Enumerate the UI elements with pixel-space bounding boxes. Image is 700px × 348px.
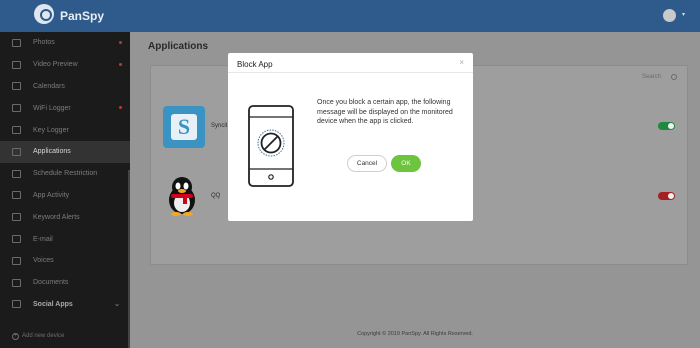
sidebar-item-label: Schedule Restriction — [33, 170, 98, 178]
notification-dot — [119, 41, 122, 44]
sidebar-item-label: Social Apps — [33, 300, 73, 308]
image-icon — [12, 38, 21, 47]
plus-icon: + — [12, 333, 19, 340]
search-input[interactable]: Search — [642, 74, 661, 80]
sidebar-item-schedule-restriction[interactable]: Schedule Restriction — [0, 163, 130, 185]
sidebar-item-label: WiFi Logger — [33, 104, 71, 112]
sidebar-item-keyword-alerts[interactable]: Keyword Alerts — [0, 206, 130, 228]
sidebar-item-label: E-mail — [33, 235, 53, 243]
app-name: QQ — [211, 193, 221, 199]
sidebar-item-video-preview[interactable]: Video Preview — [0, 54, 130, 76]
page-title: Applications — [148, 41, 209, 52]
apps-icon — [12, 300, 21, 309]
folder-icon — [12, 278, 21, 287]
brand[interactable]: PanSpy — [0, 0, 130, 32]
brand-name: PanSpy — [60, 9, 105, 23]
sidebar-item-app-activity[interactable]: App Activity — [0, 185, 130, 207]
chevron-down-icon: ⌄ — [114, 300, 120, 308]
sidebar-item-label: Applications — [33, 148, 71, 156]
ok-button[interactable]: OK — [391, 155, 421, 172]
wifi-icon — [12, 104, 21, 113]
sidebar-item-label: Calendars — [33, 82, 65, 90]
sidebar-item-label: Keyword Alerts — [33, 213, 80, 221]
sidebar-item-label: App Activity — [33, 191, 70, 199]
search-icon[interactable] — [671, 74, 677, 80]
bell-icon — [12, 213, 21, 222]
app-toggle[interactable] — [658, 122, 675, 130]
sidebar-item-label: Photos — [33, 39, 55, 47]
block-app-dialog: Block App × Once you block a certain app… — [228, 53, 473, 221]
dialog-title: Block App — [237, 60, 273, 69]
blocked-phone-icon — [248, 105, 294, 187]
keyboard-icon — [12, 126, 21, 135]
add-device-label: Add new device — [22, 333, 65, 339]
speaker-icon — [12, 256, 21, 265]
close-icon[interactable]: × — [459, 58, 464, 67]
hourglass-icon — [12, 169, 21, 178]
sidebar-item-label: Documents — [33, 279, 69, 287]
top-bar: ▾ — [130, 0, 700, 32]
grid-icon — [12, 147, 21, 156]
sidebar-item-documents[interactable]: Documents — [0, 272, 130, 294]
notification-dot — [119, 106, 122, 110]
avatar[interactable] — [663, 9, 676, 22]
sidebar-item-wifi-logger[interactable]: WiFi Logger — [0, 97, 130, 119]
sidebar-item-label: Voices — [33, 257, 54, 265]
app-name: Syncit — [211, 123, 228, 129]
sidebar-item-label: Key Logger — [33, 126, 69, 134]
sidebar-item-photos[interactable]: Photos — [0, 32, 130, 54]
sidebar-item-key-logger[interactable]: Key Logger — [0, 119, 130, 141]
cancel-button[interactable]: Cancel — [347, 155, 387, 172]
add-device-link[interactable]: + Add new device — [12, 333, 64, 340]
sidebar-item-email[interactable]: E-mail — [0, 228, 130, 250]
shield-icon — [12, 191, 21, 200]
sidebar: PanSpy Photos Video Preview Calendars Wi… — [0, 0, 130, 348]
sidebar-item-label: Video Preview — [33, 61, 78, 69]
sidebar-nav: Photos Video Preview Calendars WiFi Logg… — [0, 32, 130, 315]
chevron-down-icon[interactable]: ▾ — [682, 11, 685, 18]
syncit-app-icon: S — [163, 106, 205, 148]
calendar-icon — [12, 82, 21, 91]
sidebar-item-social-apps[interactable]: Social Apps ⌄ — [0, 294, 130, 316]
mail-icon — [12, 235, 21, 244]
sidebar-item-calendars[interactable]: Calendars — [0, 76, 130, 98]
dialog-message: Once you block a certain app, the follow… — [317, 99, 453, 125]
video-icon — [12, 60, 21, 69]
panspy-logo-icon — [34, 4, 54, 24]
dialog-header: Block App × — [228, 53, 473, 73]
sidebar-item-applications[interactable]: Applications — [0, 140, 130, 163]
app-toggle[interactable] — [658, 192, 675, 200]
sidebar-item-voices[interactable]: Voices — [0, 250, 130, 272]
qq-app-icon — [169, 177, 195, 216]
footer-copyright: Copyright © 2019 PanSpy. All Rights Rese… — [357, 331, 473, 337]
notification-dot — [119, 62, 122, 66]
